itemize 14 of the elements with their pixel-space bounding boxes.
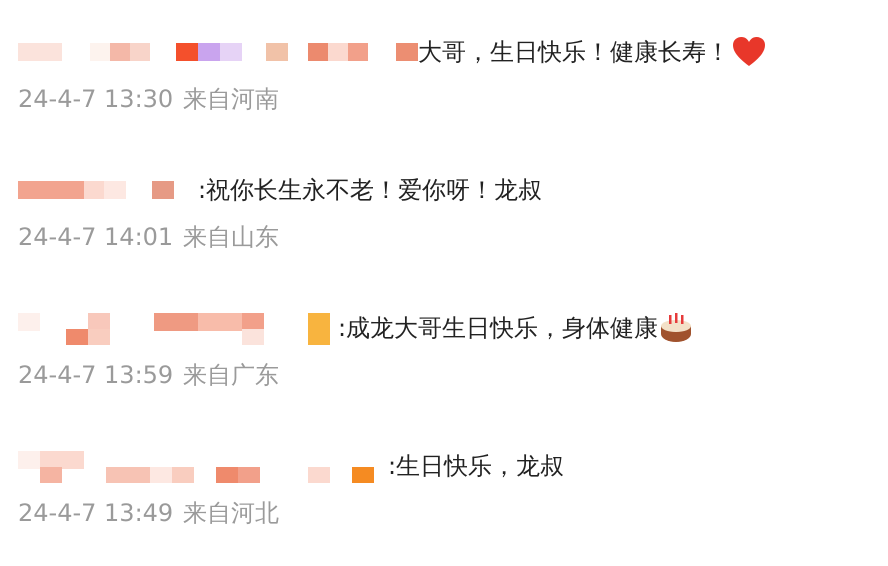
comment-location: 来自广东 [183,360,280,391]
comment-text: :成龙大哥生日快乐，身体健康 [338,313,658,344]
comment-text: :生日快乐，龙叔 [388,451,564,482]
cake-icon [660,312,692,344]
comment-time: 24-4-7 13:49 [18,499,174,527]
comment-location: 来自山东 [183,222,280,253]
comment-location: 来自河南 [183,84,280,115]
comment-time: 24-4-7 13:59 [18,361,174,389]
comment-location: 来自河北 [183,498,280,529]
comment-text: :祝你长生永不老！爱你呀！龙叔 [198,175,542,206]
comment-time: 24-4-7 13:30 [18,85,174,113]
comment-text: 大哥，生日快乐！健康长寿！ [418,37,730,68]
heart-icon [732,36,766,68]
comment-time: 24-4-7 14:01 [18,223,174,251]
